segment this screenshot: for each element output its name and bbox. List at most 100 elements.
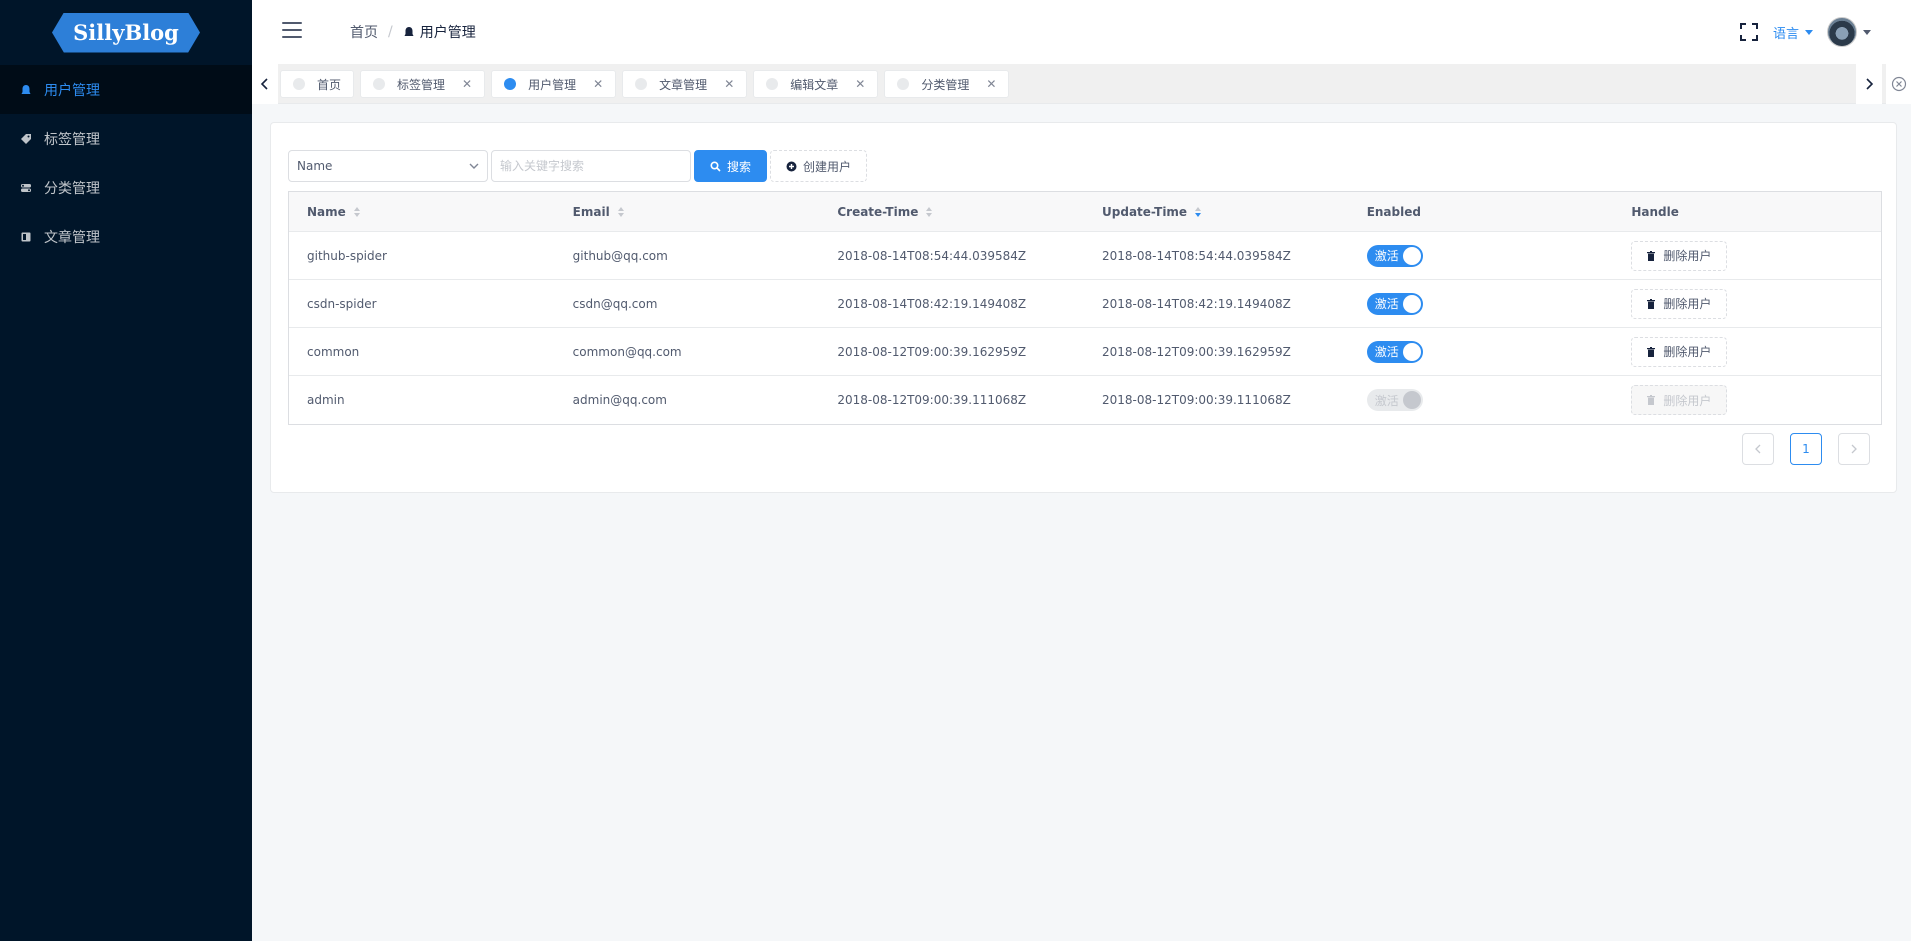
cell-update-time: 2018-08-12T09:00:39.111068Z xyxy=(1102,393,1291,407)
close-circle-icon xyxy=(1891,76,1906,92)
tags-scroll-right-button[interactable] xyxy=(1856,64,1882,104)
enabled-toggle[interactable]: 激活 xyxy=(1366,340,1423,363)
breadcrumb-home[interactable]: 首页 xyxy=(350,22,378,42)
sidebar-item-label: 标签管理 xyxy=(44,131,100,148)
tag-categories[interactable]: 分类管理 ✕ xyxy=(884,70,1010,98)
sort-icon[interactable] xyxy=(1195,206,1202,217)
chevron-left-icon xyxy=(260,78,268,90)
cell-email: github@qq.com xyxy=(572,248,668,263)
header: 首页 / 用户管理 语言 xyxy=(252,0,1911,64)
filter-bar: Name 搜索 创建用户 xyxy=(288,150,868,182)
cell-create-time: 2018-08-12T09:00:39.111068Z xyxy=(837,393,1027,407)
cell-handle: 删除用户 xyxy=(1613,336,1881,367)
chevron-down-icon xyxy=(469,163,479,169)
cell-enabled: 激活 xyxy=(1349,340,1614,363)
next-page-button[interactable] xyxy=(1838,433,1870,465)
language-dropdown[interactable]: 语言 xyxy=(1773,23,1813,42)
tag-status-dot xyxy=(293,78,305,90)
cell-handle: 删除用户 xyxy=(1613,385,1881,415)
user-icon xyxy=(20,84,32,96)
cell-name: csdn-spider xyxy=(307,296,377,311)
category-icon xyxy=(20,182,32,194)
close-all-tags-button[interactable] xyxy=(1886,64,1911,104)
column-header-update-time[interactable]: Update-Time xyxy=(1084,205,1349,219)
column-header-name[interactable]: Name xyxy=(289,205,555,219)
user-menu[interactable] xyxy=(1827,17,1871,47)
header-right: 语言 xyxy=(1739,0,1911,64)
tag-status-dot xyxy=(897,78,910,90)
table-row: admin admin@qq.com 2018-08-12T09:00:39.1… xyxy=(289,376,1881,424)
sidebar-item-label: 分类管理 xyxy=(44,180,100,197)
enabled-toggle[interactable]: 激活 xyxy=(1366,244,1423,267)
sort-icon[interactable] xyxy=(353,206,360,217)
sidebar-item-articles[interactable]: 文章管理 xyxy=(0,212,252,261)
sort-icon[interactable] xyxy=(926,206,933,217)
prev-page-button[interactable] xyxy=(1742,433,1774,465)
app-logo[interactable]: SillyBlog xyxy=(52,12,200,53)
search-button-label: 搜索 xyxy=(727,159,752,174)
sidebar-item-users[interactable]: 用户管理 xyxy=(0,65,252,114)
tag-edit-article[interactable]: 编辑文章 ✕ xyxy=(753,70,879,98)
sidebar-item-tags[interactable]: 标签管理 xyxy=(0,114,252,163)
cell-email: csdn@qq.com xyxy=(572,296,658,311)
search-icon xyxy=(710,160,721,172)
tag-users[interactable]: 用户管理 ✕ xyxy=(491,70,617,98)
cell-email: common@qq.com xyxy=(572,344,682,359)
tag-label: 分类管理 xyxy=(921,77,970,92)
page-number[interactable]: 1 xyxy=(1790,433,1822,465)
user-icon xyxy=(404,27,414,36)
trash-icon xyxy=(1647,346,1656,357)
sidebar-item-label: 文章管理 xyxy=(44,229,100,246)
cell-enabled: 激活 xyxy=(1349,389,1614,411)
tag-label: 编辑文章 xyxy=(790,77,839,92)
tags-nav: 首页 标签管理 ✕ 用户管理 ✕ 文章管理 ✕ 编辑文章 ✕ 分类管理 ✕ xyxy=(252,64,1911,104)
tag-tags[interactable]: 标签管理 ✕ xyxy=(360,70,486,98)
chevron-down-icon xyxy=(1863,29,1871,35)
delete-user-button[interactable]: 删除用户 xyxy=(1631,240,1728,271)
close-icon[interactable]: ✕ xyxy=(855,77,865,91)
tag-articles[interactable]: 文章管理 ✕ xyxy=(622,70,748,98)
select-value: Name xyxy=(297,159,333,173)
column-header-enabled: Enabled xyxy=(1366,204,1421,219)
fullscreen-icon[interactable] xyxy=(1739,22,1759,42)
tag-label: 首页 xyxy=(317,77,342,92)
pagination: 1 xyxy=(1726,433,1870,465)
search-input[interactable] xyxy=(491,150,691,182)
sidebar: SillyBlog 用户管理 标签管理 分类管理 文章管理 xyxy=(0,0,252,941)
close-icon[interactable]: ✕ xyxy=(593,77,603,91)
create-user-button[interactable]: 创建用户 xyxy=(770,150,868,182)
tag-label: 标签管理 xyxy=(397,77,446,92)
cell-name: github-spider xyxy=(307,248,387,263)
search-button[interactable]: 搜索 xyxy=(694,150,768,182)
cell-enabled: 激活 xyxy=(1349,292,1614,315)
column-header-email[interactable]: Email xyxy=(555,205,820,219)
tag-label: 用户管理 xyxy=(528,77,577,92)
tag-label: 文章管理 xyxy=(659,77,708,92)
content-card: Name 搜索 创建用户 Name Email Create-Time Upda… xyxy=(270,122,1897,493)
tag-status-dot xyxy=(373,78,386,90)
close-icon[interactable]: ✕ xyxy=(724,77,734,91)
cell-create-time: 2018-08-14T08:54:44.039584Z xyxy=(837,248,1027,263)
cell-create-time: 2018-08-14T08:42:19.149408Z xyxy=(837,296,1027,311)
cell-name: common xyxy=(307,344,360,359)
enabled-toggle[interactable]: 激活 xyxy=(1366,292,1423,315)
delete-user-button[interactable]: 删除用户 xyxy=(1631,336,1728,367)
close-icon[interactable]: ✕ xyxy=(462,77,472,91)
chevron-right-icon xyxy=(1866,78,1874,90)
tags-list: 首页 标签管理 ✕ 用户管理 ✕ 文章管理 ✕ 编辑文章 ✕ 分类管理 ✕ xyxy=(280,68,1855,100)
chevron-down-icon xyxy=(1805,29,1813,35)
sort-icon[interactable] xyxy=(617,206,624,217)
delete-user-button[interactable]: 删除用户 xyxy=(1631,288,1728,319)
close-icon[interactable]: ✕ xyxy=(986,77,996,91)
cell-update-time: 2018-08-14T08:54:44.039584Z xyxy=(1102,248,1291,263)
column-header-create-time[interactable]: Create-Time xyxy=(819,205,1084,219)
trash-icon xyxy=(1647,298,1656,309)
tags-scroll-left-button[interactable] xyxy=(252,64,278,104)
tag-home[interactable]: 首页 xyxy=(280,70,355,98)
menu-toggle-icon[interactable] xyxy=(282,22,302,38)
sidebar-item-categories[interactable]: 分类管理 xyxy=(0,163,252,212)
tag-icon xyxy=(20,133,32,145)
breadcrumb-current-label: 用户管理 xyxy=(419,25,476,41)
delete-user-button: 删除用户 xyxy=(1631,385,1728,415)
search-field-select[interactable]: Name xyxy=(288,150,488,182)
